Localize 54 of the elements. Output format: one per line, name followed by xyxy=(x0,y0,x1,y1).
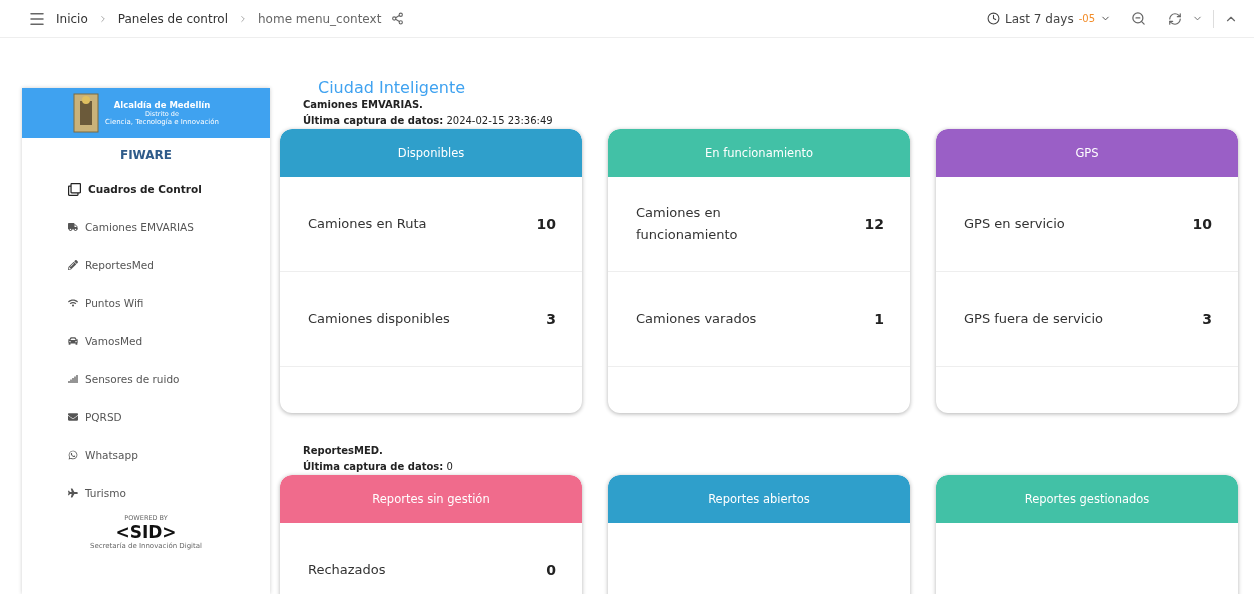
stat-value: 0 xyxy=(546,562,556,578)
page-title: Ciudad Inteligente xyxy=(318,78,467,97)
stat-value: 10 xyxy=(1192,216,1212,232)
stat-label: GPS en servicio xyxy=(964,215,1065,233)
stat-label: Camiones en Ruta xyxy=(308,215,427,233)
stat-label: Camiones en funcionamiento xyxy=(636,204,739,244)
stat-value: 12 xyxy=(864,216,884,232)
sidebar-item[interactable]: Sensores de ruido xyxy=(22,360,270,398)
stat-value: 1 xyxy=(874,311,884,327)
card-header: Reportes sin gestión xyxy=(280,475,582,523)
breadcrumb-item[interactable]: Inicio xyxy=(56,11,88,26)
sidebar-item[interactable]: Cuadros de Control xyxy=(22,170,270,208)
pencil-icon xyxy=(68,260,78,270)
sidebar-item[interactable]: Camiones EMVARIAS xyxy=(22,208,270,246)
stat-label: Camiones disponibles xyxy=(308,310,450,328)
stat-label: GPS fuera de servicio xyxy=(964,310,1104,328)
stat-label: Camiones varados xyxy=(636,310,757,328)
stat-value: 10 xyxy=(536,216,556,232)
sidebar-item[interactable]: VamosMed xyxy=(22,322,270,360)
sidebar-item[interactable]: Puntos Wifi xyxy=(22,284,270,322)
card-header: En funcionamiento xyxy=(608,129,910,177)
stat-label: Rechazados xyxy=(308,561,386,579)
breadcrumb-item: home menu_context xyxy=(258,11,382,26)
sidebar-item[interactable]: Whatsapp xyxy=(22,436,270,474)
signal-bars-icon xyxy=(68,374,78,384)
chat-bubble-icon xyxy=(68,450,78,460)
wifi-icon xyxy=(68,298,78,308)
sid-logo: <SID> xyxy=(115,522,177,542)
section-title: ReportesMED. xyxy=(303,444,384,458)
logo-title: Alcaldía de Medellín xyxy=(113,100,211,110)
car-icon xyxy=(68,336,78,346)
chevron-icon xyxy=(238,13,248,24)
truck-icon xyxy=(68,222,78,232)
capture-line: Última captura de datos: 0 xyxy=(303,459,454,474)
envelope-icon xyxy=(68,412,78,422)
refresh-icon[interactable] xyxy=(1168,11,1182,26)
card-header: Reportes gestionados xyxy=(936,475,1238,523)
zoom-out-icon[interactable] xyxy=(1131,11,1146,26)
card-header: Reportes abiertos xyxy=(608,475,910,523)
stat-value: 3 xyxy=(1202,311,1212,327)
sidebar-heading: FIWARE xyxy=(118,148,174,162)
plane-icon xyxy=(68,488,78,498)
sidebar-item[interactable]: Turismo xyxy=(22,474,270,512)
clock-icon xyxy=(987,12,1001,25)
stat-value: 3 xyxy=(546,311,556,327)
breadcrumb-item[interactable]: Paneles de control xyxy=(117,11,228,26)
time-range-picker[interactable]: Last 7 days -05 xyxy=(987,11,1111,26)
card-header: GPS xyxy=(936,129,1238,177)
capture-line: Última captura de datos: 2024-02-15 23:36:49 xyxy=(303,113,554,128)
sidebar-item[interactable]: PQRSD xyxy=(22,398,270,436)
card-header: Disponibles xyxy=(280,129,582,177)
section-title: Camiones EMVARIAS. xyxy=(303,98,424,112)
sidebar-item[interactable]: ReportesMed xyxy=(22,246,270,284)
share-icon[interactable] xyxy=(391,12,405,25)
